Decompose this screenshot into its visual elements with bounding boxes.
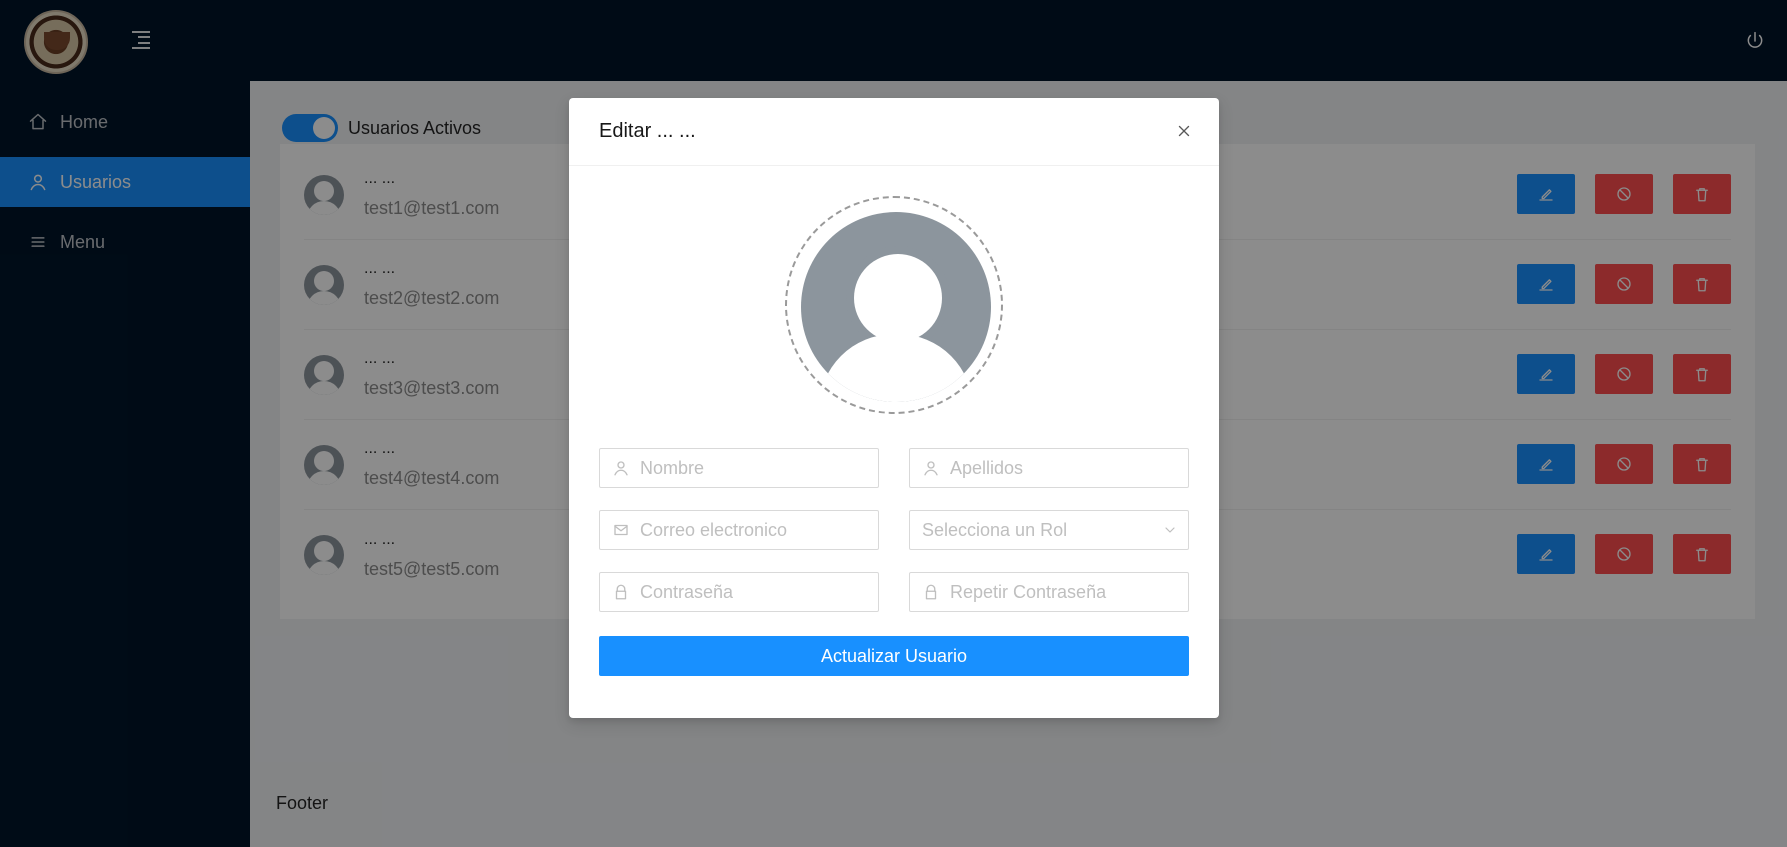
apellidos-input[interactable] [948,456,1176,480]
form-grid: Selecciona un Rol [599,448,1189,612]
update-user-button[interactable]: Actualizar Usuario [599,636,1189,676]
user-icon [922,459,940,477]
user-icon [612,459,630,477]
password-input[interactable] [638,580,866,604]
avatar-placeholder [801,212,991,402]
repeat-password-field[interactable] [909,572,1189,612]
modal-title: Editar ... ... [599,120,696,142]
apellidos-field[interactable] [909,448,1189,488]
mail-icon [612,521,630,539]
close-icon[interactable] [1175,122,1193,140]
edit-user-modal: Editar ... ... Nombre Apellidos Correo e… [569,98,1219,718]
avatar-upload-area[interactable] [785,196,1003,414]
nombre-field[interactable] [599,448,879,488]
password-field[interactable] [599,572,879,612]
rol-select[interactable]: Selecciona un Rol [909,510,1189,550]
lock-icon [612,583,630,601]
nombre-input[interactable] [638,456,866,480]
close-svg [1178,125,1190,137]
repeat-password-input[interactable] [948,580,1176,604]
correo-input[interactable] [638,518,866,542]
lock-icon [922,583,940,601]
chevron-down-icon [1162,522,1178,538]
rol-placeholder: Selecciona un Rol [922,519,1068,540]
modal-body: Selecciona un Rol Actualizar Usuario [569,166,1219,676]
correo-field[interactable] [599,510,879,550]
modal-header: Editar ... ... [569,98,1219,166]
